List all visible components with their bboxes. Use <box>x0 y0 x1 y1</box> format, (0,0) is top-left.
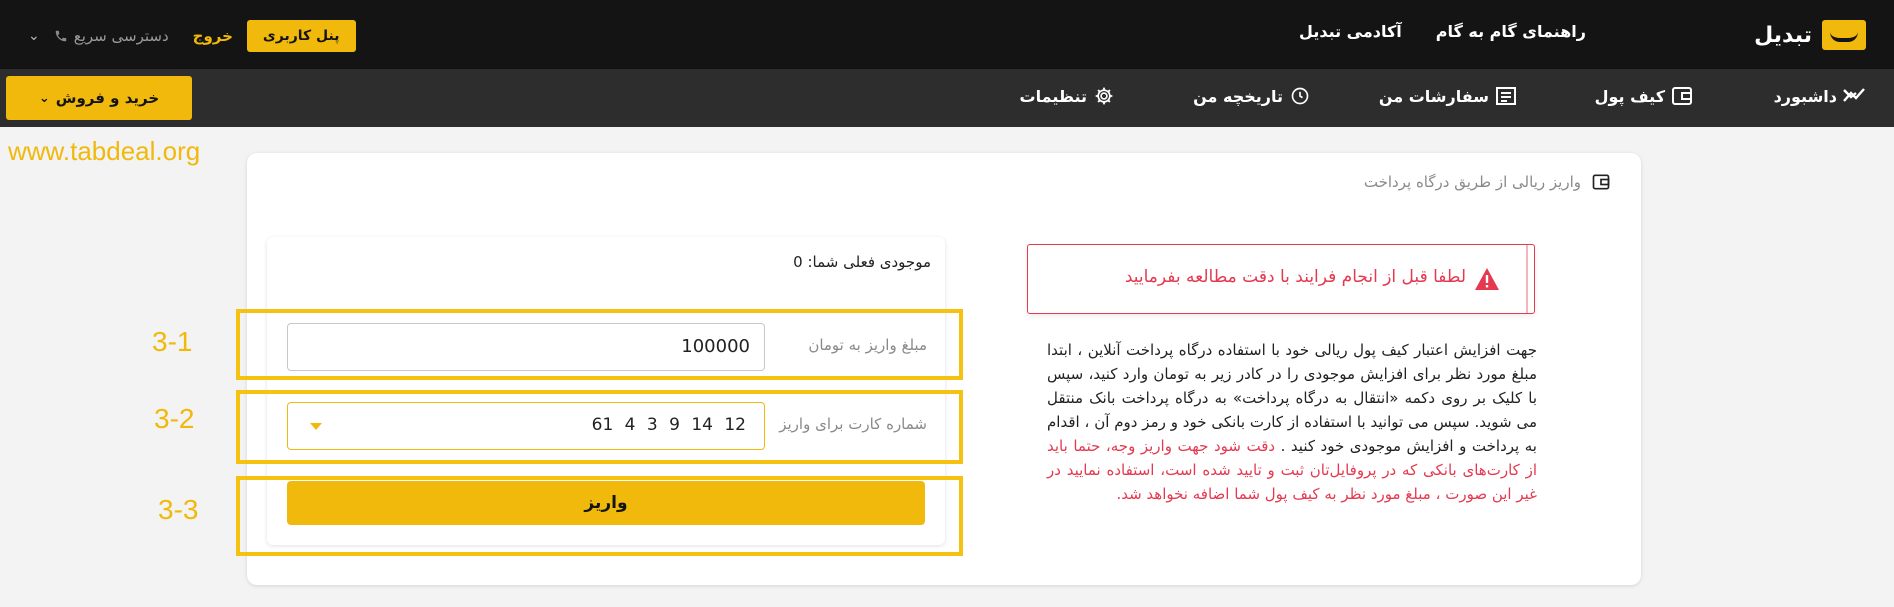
annotation-box-amount <box>236 309 963 380</box>
quick-access-button[interactable]: دسترسی سریع <box>54 27 169 45</box>
logout-button[interactable]: خروج <box>193 27 233 45</box>
annotation-box-submit <box>236 476 963 556</box>
warning-icon <box>1475 268 1499 290</box>
alert-text: لطفا قبل از انجام فرایند با دقت مطالعه ب… <box>1124 267 1466 287</box>
warning-alert: لطفا قبل از انجام فرایند با دقت مطالعه ب… <box>1027 244 1535 314</box>
annotation-label-3-2: 3-2 <box>154 403 195 434</box>
main-nav: داشبورد کیف پول سفارشات من تاریخچه من تن… <box>0 69 1894 127</box>
card-title: واریز ریالی از طریق درگاه پرداخت <box>1363 173 1581 191</box>
dashboard-icon <box>1843 88 1865 102</box>
nav-dashboard-label: داشبورد <box>1773 86 1837 106</box>
nav-wallet-label: کیف پول <box>1594 86 1665 106</box>
nav-orders-label: سفارشات من <box>1378 86 1489 106</box>
buy-sell-button[interactable]: ⌄ خرید و فروش <box>6 76 192 120</box>
chevron-down-icon[interactable]: ⌄ <box>28 28 40 44</box>
nav-history[interactable]: تاریخچه من <box>1193 86 1312 106</box>
annotation-label-3-3: 3-3 <box>158 494 199 525</box>
nav-orders[interactable]: سفارشات من <box>1379 86 1518 106</box>
phone-icon <box>55 30 66 42</box>
academy-link[interactable]: آکادمی تبدیل <box>1299 22 1402 41</box>
annotation-label-3-1: 3-1 <box>152 326 193 357</box>
nav-history-label: تاریخچه من <box>1193 86 1283 106</box>
balance-value: 0 <box>793 253 803 271</box>
annotation-box-card <box>236 390 963 464</box>
balance-label: موجودی فعلی شما: <box>807 253 931 271</box>
card-header: واریز ریالی از طریق درگاه پرداخت <box>1364 173 1611 191</box>
gear-icon <box>1095 87 1113 105</box>
instructions-text: جهت افزایش اعتبار کیف پول ریالی خود با ا… <box>1047 338 1537 506</box>
nav-settings[interactable]: تنظیمات <box>1020 86 1116 106</box>
nav-settings-label: تنظیمات <box>1019 86 1087 106</box>
history-icon <box>1291 87 1309 105</box>
top-actions: ⌄ دسترسی سریع خروج پنل کاربری <box>28 20 356 52</box>
nav-wallet[interactable]: کیف پول <box>1595 86 1694 106</box>
wallet-icon <box>1672 87 1692 105</box>
buy-sell-label: خرید و فروش <box>55 89 160 107</box>
top-links: راهنمای گام به گام آکادمی تبدیل <box>1299 22 1586 41</box>
chevron-down-icon: ⌄ <box>38 90 50 106</box>
guide-link[interactable]: راهنمای گام به گام <box>1436 22 1586 41</box>
current-balance: موجودی فعلی شما: 0 <box>793 253 931 271</box>
brand-name: تبدیل <box>1754 22 1812 48</box>
wallet-icon <box>1592 174 1610 190</box>
watermark-url: www.tabdeal.org <box>8 136 201 166</box>
user-panel-button[interactable]: پنل کاربری <box>246 20 356 52</box>
orders-icon <box>1496 87 1516 105</box>
quick-access-label: دسترسی سریع <box>73 27 169 45</box>
top-bar: تبدیل راهنمای گام به گام آکادمی تبدیل ⌄ … <box>0 0 1894 69</box>
nav-dashboard[interactable]: داشبورد <box>1774 86 1866 106</box>
tabdeal-logo-icon <box>1822 20 1866 50</box>
brand[interactable]: تبدیل <box>1754 20 1866 50</box>
